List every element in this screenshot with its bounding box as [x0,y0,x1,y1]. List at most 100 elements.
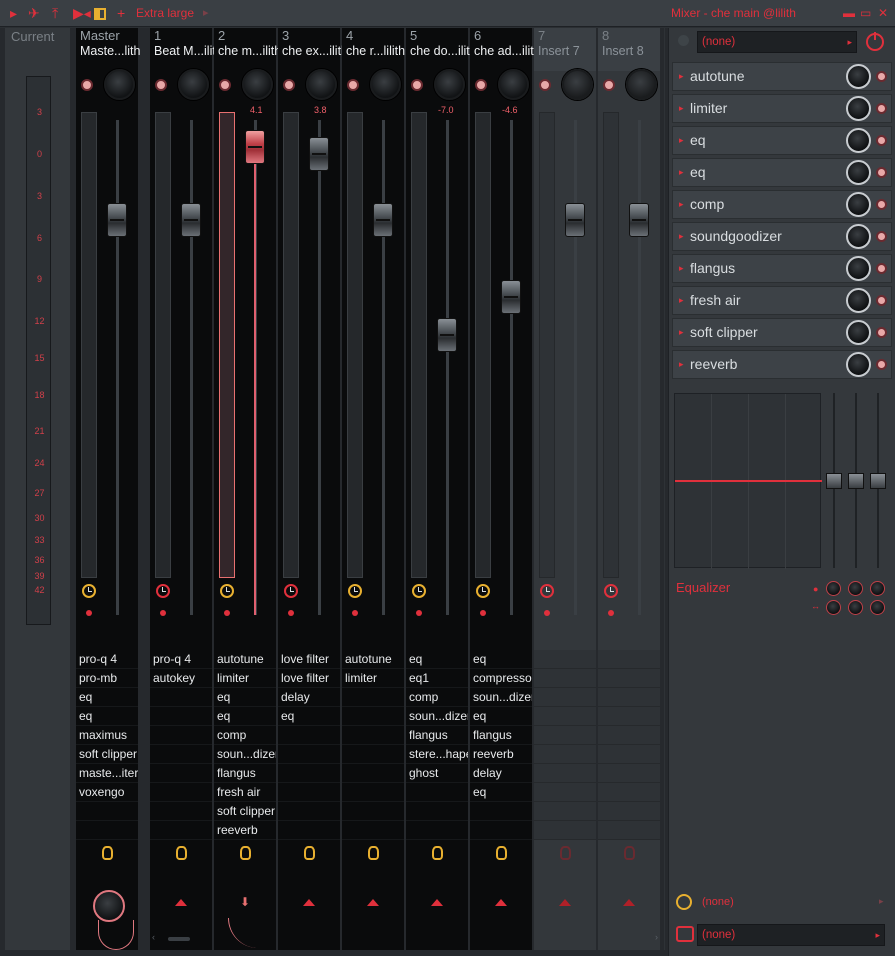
close-icon[interactable]: ✕ [878,6,888,20]
chevron-right-icon[interactable]: ▸ [679,359,684,370]
fx-slot[interactable]: eq [406,650,468,669]
fx-slot-empty[interactable] [342,821,404,840]
strip-name[interactable]: che ex...ilith [282,44,342,58]
eq-freq-low-knob[interactable] [826,581,841,596]
fx-slot[interactable]: eq [76,707,138,726]
fx-slot[interactable]: pro-q 4 [76,650,138,669]
send-knob[interactable] [93,890,125,922]
chevron-right-icon[interactable]: ▸ [679,199,684,210]
upload-icon[interactable]: ⤒ [52,5,58,21]
fx-slot[interactable]: ghost [406,764,468,783]
fx-slot[interactable]: comp [406,688,468,707]
fx-slot[interactable]: love filter [278,650,340,669]
fx-slot-name[interactable]: autotune [690,68,745,84]
pan-knob[interactable] [104,69,135,100]
pan-knob[interactable] [626,69,657,100]
output-select[interactable]: (none) ▸ [697,924,885,946]
fx-slot-empty[interactable] [534,688,596,707]
fx-slot[interactable]: flangus [214,764,276,783]
fx-slot-empty[interactable] [150,783,212,802]
fx-slot[interactable]: compressor [470,669,532,688]
insert-strip[interactable]: 8 Insert 8 [598,28,660,950]
fx-slot-name[interactable]: eq [690,164,706,180]
fx-slot-empty[interactable] [534,802,596,821]
fx-slot[interactable]: pro-q 4 [150,650,212,669]
fx-slot[interactable]: reeverb [470,745,532,764]
fx-slot[interactable]: pro-mb [76,669,138,688]
insert-strip[interactable]: 3 che ex...ilith 3.8 love filter love filter… [278,28,342,950]
maximize-icon[interactable]: ▭ [860,6,871,20]
fx-slot-empty[interactable] [470,802,532,821]
fx-slot-empty[interactable] [534,764,596,783]
fx-slot-empty[interactable] [598,802,660,821]
chevron-right-icon[interactable]: ▸ [679,327,684,338]
fx-slot[interactable]: flangus [406,726,468,745]
fx-slot-row[interactable]: ▸ comp [672,190,892,219]
fx-slot-empty[interactable] [598,650,660,669]
fx-slot-row[interactable]: ▸ soundgoodizer [672,222,892,251]
fx-slot[interactable]: autokey [150,669,212,688]
fx-slot-name[interactable]: comp [690,196,724,212]
mute-led[interactable] [603,79,615,91]
fx-slot[interactable]: reeverb [214,821,276,840]
insert-strip[interactable]: 2 che m...ilith 4.1 autotune limiter eq eq comp… [214,28,278,950]
minimize-icon[interactable]: ▬ [843,6,855,20]
fx-slot-empty[interactable] [76,802,138,821]
mute-led[interactable] [539,79,551,91]
eq-bw-low-knob[interactable] [826,600,841,615]
strip-name[interactable]: che m...ilith [218,44,278,58]
fx-slot-empty[interactable] [534,745,596,764]
volume-fader[interactable] [437,318,457,352]
volume-fader[interactable] [107,203,127,237]
fx-slot[interactable]: eq1 [406,669,468,688]
scroll-left-icon[interactable]: ‹ [152,932,155,942]
fx-slot[interactable]: voxengo [76,783,138,802]
strip-name[interactable]: che ad...ilith [474,44,534,58]
eq-freq-mid-knob[interactable] [848,581,863,596]
eq-bw-mid-knob[interactable] [848,600,863,615]
record-arm-dot[interactable] [86,610,92,616]
fx-slot-empty[interactable] [534,707,596,726]
pan-knob[interactable] [498,69,529,100]
fx-mix-knob[interactable] [846,192,871,217]
record-arm-dot[interactable] [352,610,358,616]
fx-slot-empty[interactable] [598,688,660,707]
fx-slot-empty[interactable] [278,745,340,764]
fx-slot-empty[interactable] [598,707,660,726]
fx-slot-empty[interactable] [534,783,596,802]
fader-track[interactable] [116,120,119,615]
fx-mix-knob[interactable] [846,160,871,185]
fx-slot[interactable]: limiter [342,669,404,688]
fx-mix-knob[interactable] [846,352,871,377]
record-arm-dot[interactable] [480,610,486,616]
fx-slot-empty[interactable] [76,821,138,840]
strip-name[interactable]: che r...lilith [346,44,406,58]
record-arm-dot[interactable] [160,610,166,616]
fx-slot-empty[interactable] [278,802,340,821]
send-mode-icon[interactable]: ▶◂ [73,5,91,21]
fx-enable-led[interactable] [876,71,887,82]
insert-strip[interactable]: 7 Insert 7 [534,28,596,950]
pan-knob[interactable] [306,69,337,100]
scroll-right-icon[interactable]: › [655,932,658,942]
eq-freq-high-knob[interactable] [870,581,885,596]
fx-slot[interactable]: maste...iter [76,764,138,783]
fx-mix-knob[interactable] [846,256,871,281]
fx-enable-led[interactable] [876,359,887,370]
record-arm-dot[interactable] [224,610,230,616]
fx-slot[interactable]: flangus [470,726,532,745]
chevron-right-icon[interactable]: ▸ [879,896,884,907]
fx-slot-empty[interactable] [278,783,340,802]
fx-enable-led[interactable] [876,135,887,146]
send-arrow-icon[interactable] [623,899,635,906]
pan-knob[interactable] [562,69,593,100]
send-arrow-icon[interactable] [367,899,379,906]
volume-fader[interactable] [565,203,585,237]
fx-slot[interactable]: eq [470,707,532,726]
bulb-icon[interactable] [240,846,251,860]
fader-track[interactable] [190,120,193,615]
latency-select-value[interactable]: (none) [702,896,734,908]
volume-fader[interactable] [373,203,393,237]
fader-track[interactable] [446,120,449,615]
pan-knob[interactable] [178,69,209,100]
